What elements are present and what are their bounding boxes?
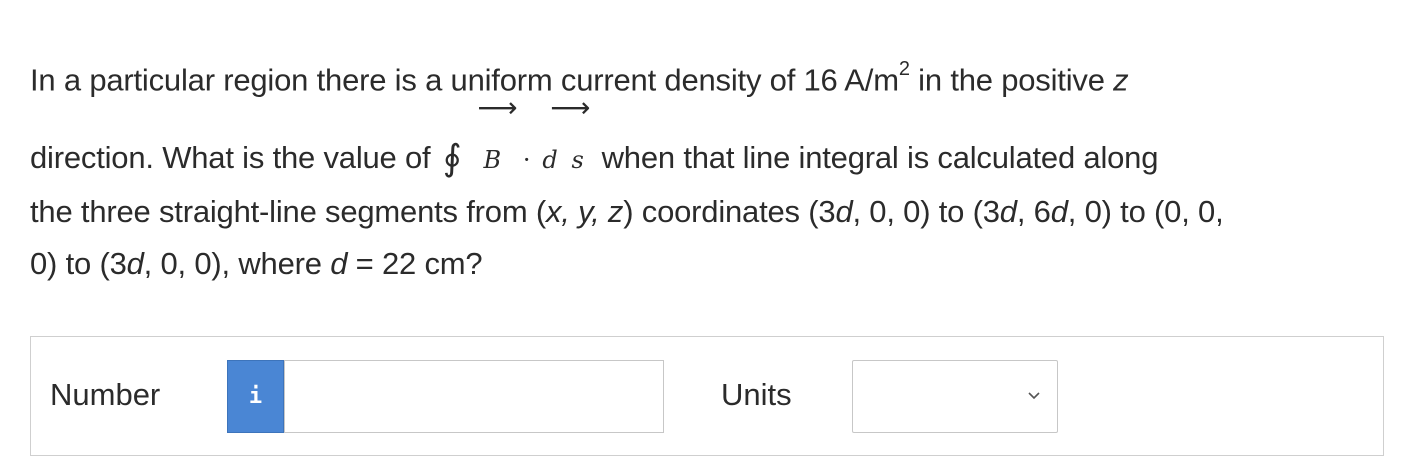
question-text-segment: , 0) to (0, 0, <box>1067 194 1224 229</box>
question-line-3: the three straight-line segments from (x… <box>30 194 1224 230</box>
variable-d: d <box>126 246 144 281</box>
chevron-down-icon <box>1028 392 1040 400</box>
vector-arrow-icon: ⟶ <box>477 91 518 124</box>
question-text-segment: = 22 cm? <box>347 246 483 281</box>
question-line-4: 0) to (3d, 0, 0), where d = 22 cm? <box>30 246 483 282</box>
units-label: Units <box>721 377 792 412</box>
question-line-2: direction. What is the value of ∮ ⟶ B · ⟶ d s w… <box>30 94 1159 179</box>
question-text-segment: in the positive <box>909 62 1114 98</box>
info-button[interactable]: i <box>227 360 284 433</box>
info-icon: i <box>248 384 263 409</box>
question-text-segment: , 6 <box>1016 194 1051 229</box>
page: In a particular region there is a unifor… <box>0 0 1422 472</box>
number-input[interactable] <box>284 360 664 433</box>
vector-b-letter: B <box>483 146 501 174</box>
vector-b: ⟶ B <box>477 94 517 178</box>
variable-z: z <box>1113 62 1129 98</box>
question-text-segment: , 0, 0), where <box>143 246 331 281</box>
variable-d: d <box>999 194 1017 229</box>
variables-xyz: x, y, z <box>545 194 624 229</box>
contour-integral-symbol: ∮ <box>442 138 462 179</box>
question-text-segment: when that line integral is calculated al… <box>601 140 1159 175</box>
question-text-segment: ) coordinates (3 <box>623 194 836 229</box>
question-text-segment: the three straight-line segments from ( <box>30 194 546 229</box>
vector-ds: ⟶ d s <box>542 94 590 178</box>
units-select[interactable] <box>852 360 1058 433</box>
variable-d: d <box>330 246 348 281</box>
question-text-segment: direction. What is the value of <box>30 140 439 175</box>
question-text-segment: In a particular region there is a unifor… <box>30 62 899 98</box>
superscript: 2 <box>898 58 910 80</box>
line-integral-expression: ∮ ⟶ B · ⟶ d s <box>439 94 591 179</box>
dot-operator: · <box>522 146 531 174</box>
answer-box: Number i Units <box>30 336 1384 456</box>
question-text-segment: 0) to (3 <box>30 246 127 281</box>
vector-s-letter: s <box>571 146 584 174</box>
number-label: Number <box>50 377 161 412</box>
vector-arrow-icon: ⟶ <box>550 91 591 124</box>
question-text-segment: , 0, 0) to (3 <box>852 194 1000 229</box>
vector-d-letter: d <box>542 146 558 174</box>
variable-d: d <box>1050 194 1068 229</box>
variable-d: d <box>835 194 853 229</box>
